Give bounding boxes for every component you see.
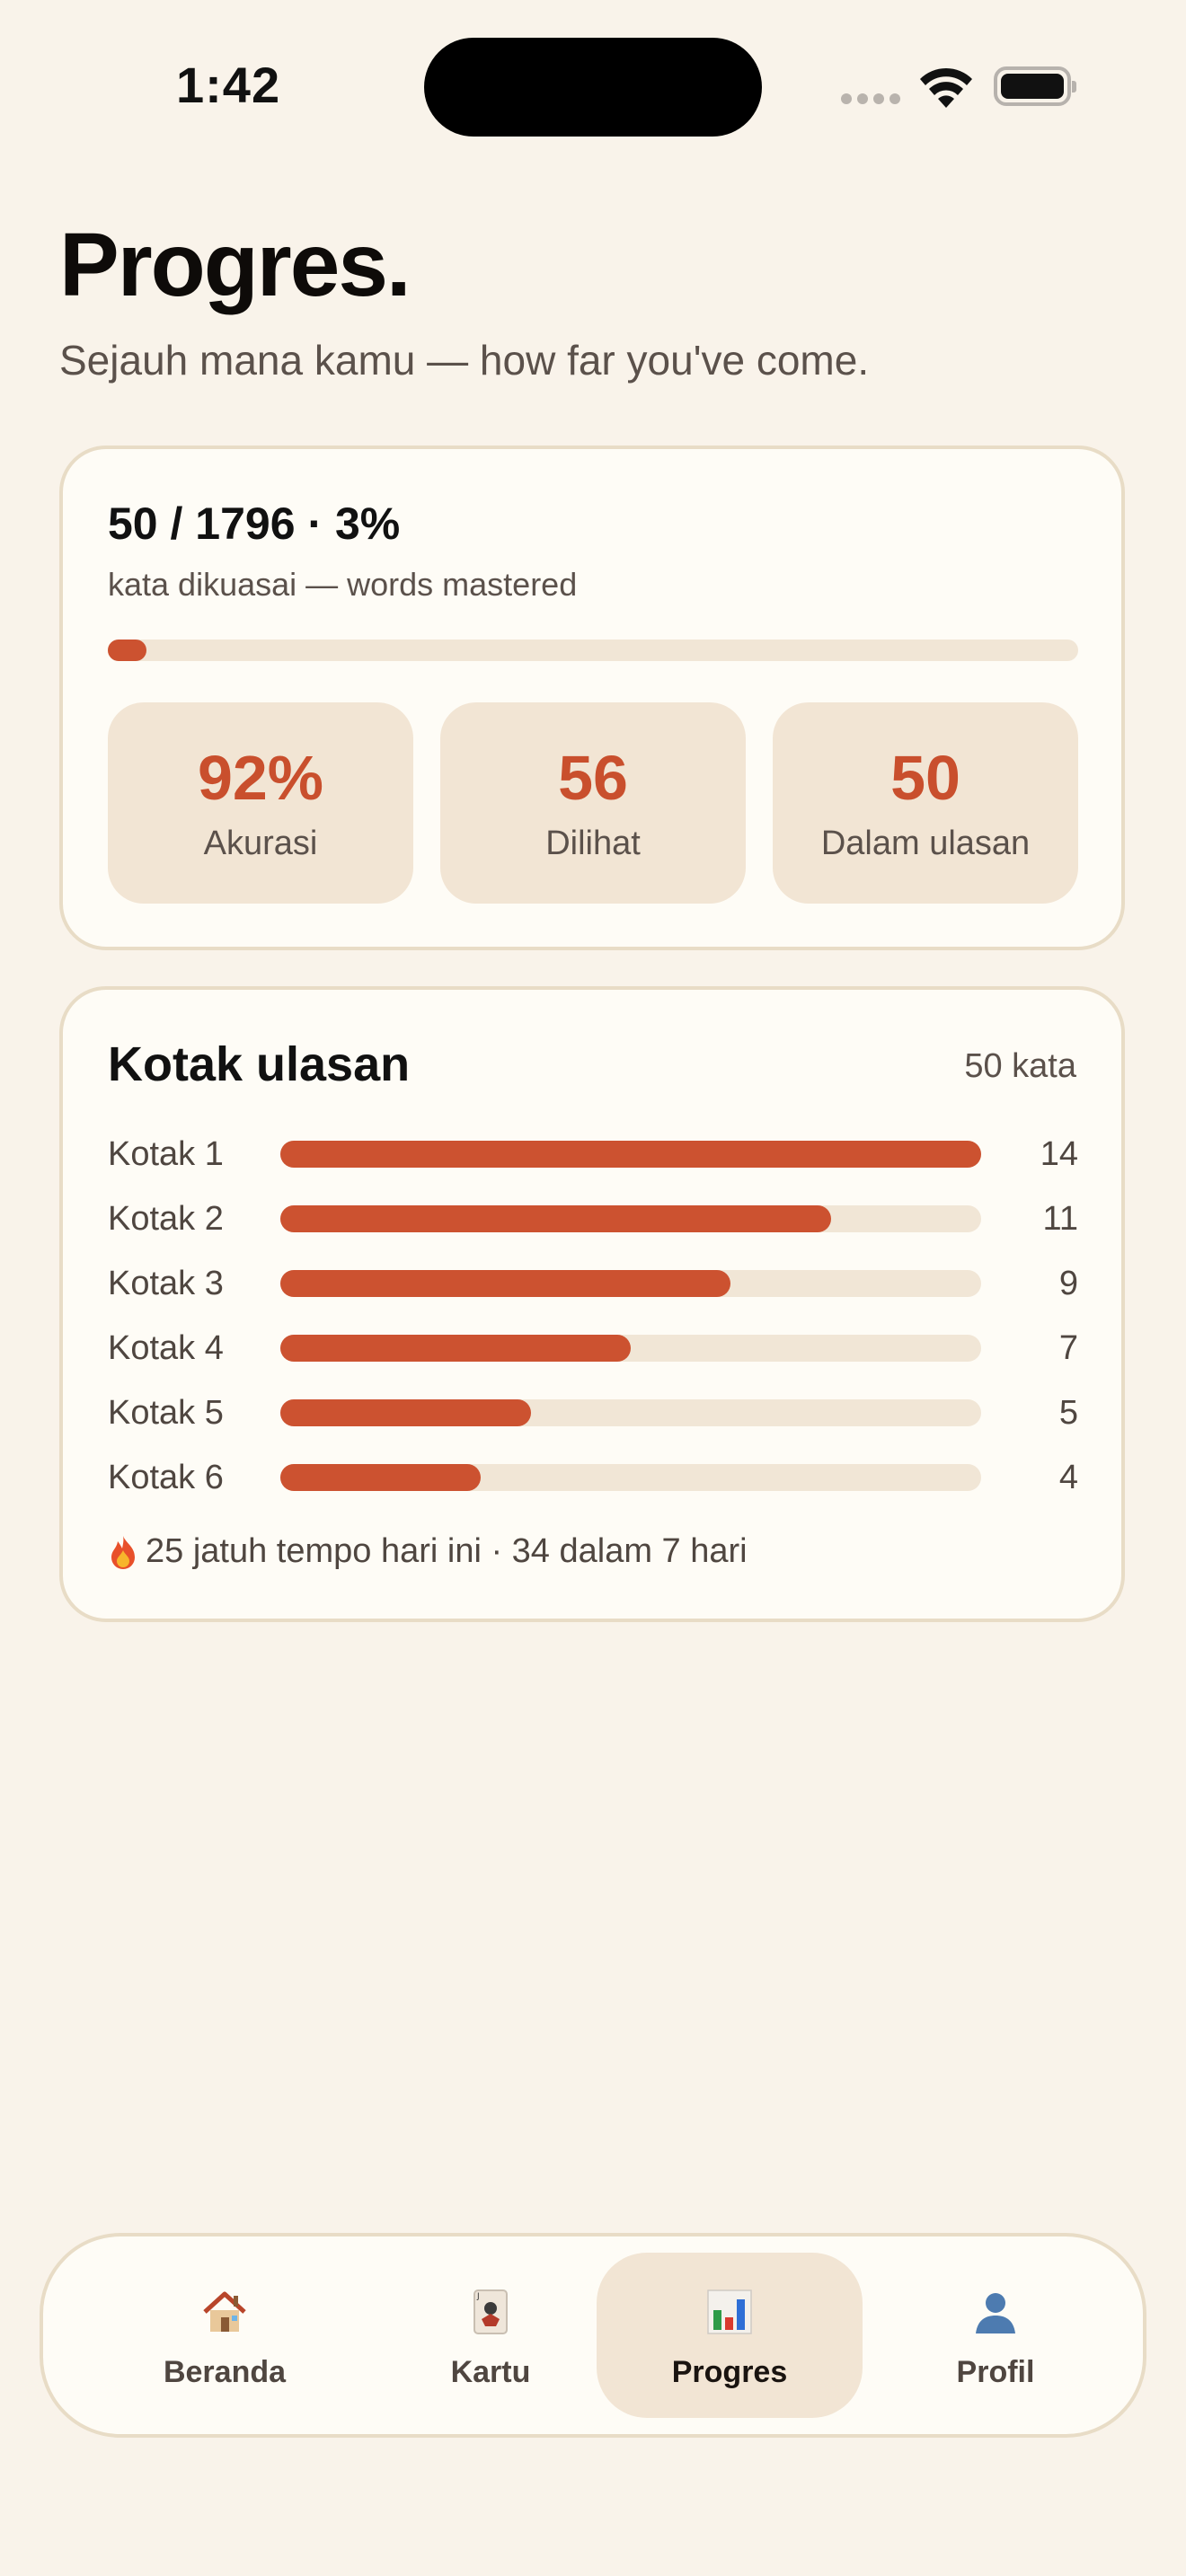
svg-text:J: J <box>476 2292 480 2301</box>
box-value: 7 <box>1058 1329 1078 1367</box>
box-label: Kotak 2 <box>108 1200 224 1238</box>
box-bar-track <box>280 1205 981 1232</box>
tab-kartu[interactable]: J Kartu <box>358 2253 624 2418</box>
battery-icon <box>994 66 1076 106</box>
house-icon <box>203 2291 246 2332</box>
dynamic-island <box>424 38 762 137</box>
tab-profil[interactable]: Profil <box>863 2253 1128 2418</box>
mastery-headline: 50 / 1796 · 3% <box>108 498 401 549</box>
stat-in-review: 50 Dalam ulasan <box>773 702 1078 904</box>
review-boxes-title: Kotak ulasan <box>108 1037 411 1091</box>
box-label: Kotak 3 <box>108 1265 224 1302</box>
box-row-1: Kotak 1 14 <box>108 1132 1078 1177</box>
box-value: 11 <box>1042 1200 1078 1238</box>
bottom-tab-bar: Beranda J Kartu Progres Profil <box>40 2233 1146 2438</box>
box-row-2: Kotak 2 11 <box>108 1196 1078 1241</box>
tab-label: Beranda <box>163 2355 287 2389</box>
stat-accuracy: 92% Akurasi <box>108 702 413 904</box>
box-row-5: Kotak 5 5 <box>108 1390 1078 1435</box>
progress-screen: 1:42 Progres. Sejauh mana kamu — how far… <box>0 0 1186 2576</box>
box-row-4: Kotak 4 7 <box>108 1326 1078 1371</box>
stat-label: Akurasi <box>203 825 318 862</box>
stat-label: Dalam ulasan <box>820 825 1031 862</box>
stat-value: 92% <box>197 743 324 813</box>
wifi-icon <box>920 67 972 108</box>
status-icons <box>841 63 1076 113</box>
mastery-caption: kata dikuasai — words mastered <box>108 566 578 603</box>
box-bar-track <box>280 1335 981 1362</box>
box-bar-track <box>280 1464 981 1491</box>
playing-card-icon: J <box>474 2289 508 2334</box>
fire-icon <box>111 1535 135 1569</box>
due-summary: 25 jatuh tempo hari ini · 34 dalam 7 har… <box>108 1532 748 1571</box>
box-row-6: Kotak 6 4 <box>108 1455 1078 1500</box>
tab-label: Profil <box>956 2355 1035 2389</box>
box-bar-fill <box>280 1141 981 1168</box>
stat-value: 50 <box>890 743 960 813</box>
tab-beranda[interactable]: Beranda <box>92 2253 358 2418</box>
tab-progres[interactable]: Progres <box>597 2253 863 2418</box>
mastery-progress-bar <box>108 640 1078 661</box>
page-subtitle: Sejauh mana kamu — how far you've come. <box>59 337 870 384</box>
mastery-card: 50 / 1796 · 3% kata dikuasai — words mas… <box>59 446 1125 950</box>
box-bar-track <box>280 1399 981 1426</box>
box-row-3: Kotak 3 9 <box>108 1261 1078 1306</box>
tab-label: Progres <box>671 2355 788 2389</box>
box-bar-fill <box>280 1270 731 1297</box>
box-bar-fill <box>280 1335 631 1362</box>
box-label: Kotak 1 <box>108 1135 224 1173</box>
box-label: Kotak 6 <box>108 1459 224 1496</box>
review-boxes-card: Kotak ulasan 50 kata Kotak 1 14 Kotak 2 … <box>59 986 1125 1622</box>
review-boxes-count: 50 kata <box>964 1047 1076 1085</box>
bar-chart-icon <box>707 2289 752 2334</box>
box-value: 4 <box>1058 1459 1078 1496</box>
page-title: Progres. <box>59 215 412 315</box>
box-bar-fill <box>280 1399 531 1426</box>
box-bar-track <box>280 1270 981 1297</box>
box-value: 9 <box>1058 1265 1078 1302</box>
box-label: Kotak 4 <box>108 1329 224 1367</box>
status-time: 1:42 <box>176 57 281 113</box>
box-value: 5 <box>1058 1394 1078 1432</box>
tab-label: Kartu <box>450 2355 531 2389</box>
box-bar-fill <box>280 1464 481 1491</box>
person-icon <box>976 2293 1015 2333</box>
stat-value: 56 <box>558 743 628 813</box>
box-bar-fill <box>280 1205 831 1232</box>
box-label: Kotak 5 <box>108 1394 224 1432</box>
box-value: 14 <box>1040 1135 1078 1173</box>
mastery-progress-fill <box>108 640 147 661</box>
due-text: 25 jatuh tempo hari ini · 34 dalam 7 har… <box>146 1532 748 1570</box>
stat-label: Dilihat <box>545 825 641 862</box>
cellular-signal-icon <box>841 93 900 104</box>
box-bar-track <box>280 1141 981 1168</box>
stat-seen: 56 Dilihat <box>440 702 746 904</box>
